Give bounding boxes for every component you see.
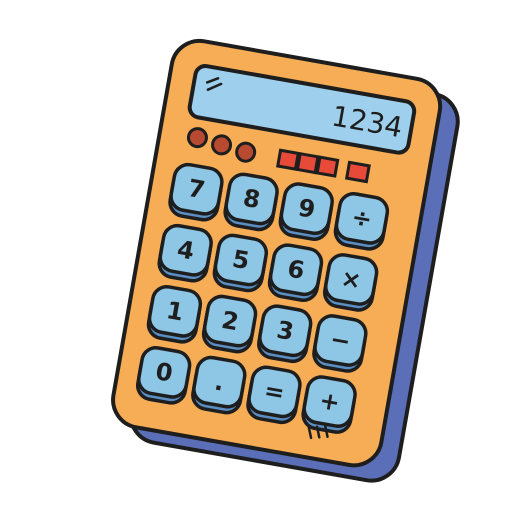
round-button[interactable] (235, 141, 257, 163)
indicator-light (315, 155, 340, 178)
key-button[interactable]: 2 (201, 294, 258, 354)
key-button[interactable]: 6 (267, 243, 324, 303)
key-button[interactable]: + (301, 375, 357, 435)
key-button[interactable]: 8 (223, 172, 279, 232)
key-button[interactable]: = (246, 365, 302, 425)
round-button[interactable] (186, 127, 208, 149)
key-button[interactable]: 9 (278, 182, 334, 242)
key-button[interactable]: 7 (168, 162, 224, 222)
round-button[interactable] (211, 134, 233, 156)
key-button[interactable]: 0 (135, 346, 192, 406)
indicator-light (276, 148, 300, 171)
indicator-light (344, 160, 371, 184)
key-button[interactable]: ÷ (333, 192, 390, 252)
key-button[interactable]: × (322, 253, 379, 313)
calculator-illustration: 1234 7 8 9 ÷ 4 5 6 × 1 2 3−0. = + (0, 0, 512, 512)
key-button[interactable]: 1 (146, 284, 203, 345)
key-button[interactable]: 5 (212, 233, 269, 293)
key-button[interactable]: 4 (157, 223, 213, 283)
key-button[interactable]: − (312, 314, 368, 374)
calculator: 1234 7 8 9 ÷4 5 6 ×1 2 3 −0. = + (111, 38, 460, 483)
calculator-svg: 1234 7 8 9 ÷4 5 6 ×1 2 3 −0. = + (111, 38, 460, 483)
indicator-light (295, 151, 320, 175)
key-button[interactable]: 3 (257, 304, 313, 364)
key-button[interactable]: . (191, 355, 247, 415)
